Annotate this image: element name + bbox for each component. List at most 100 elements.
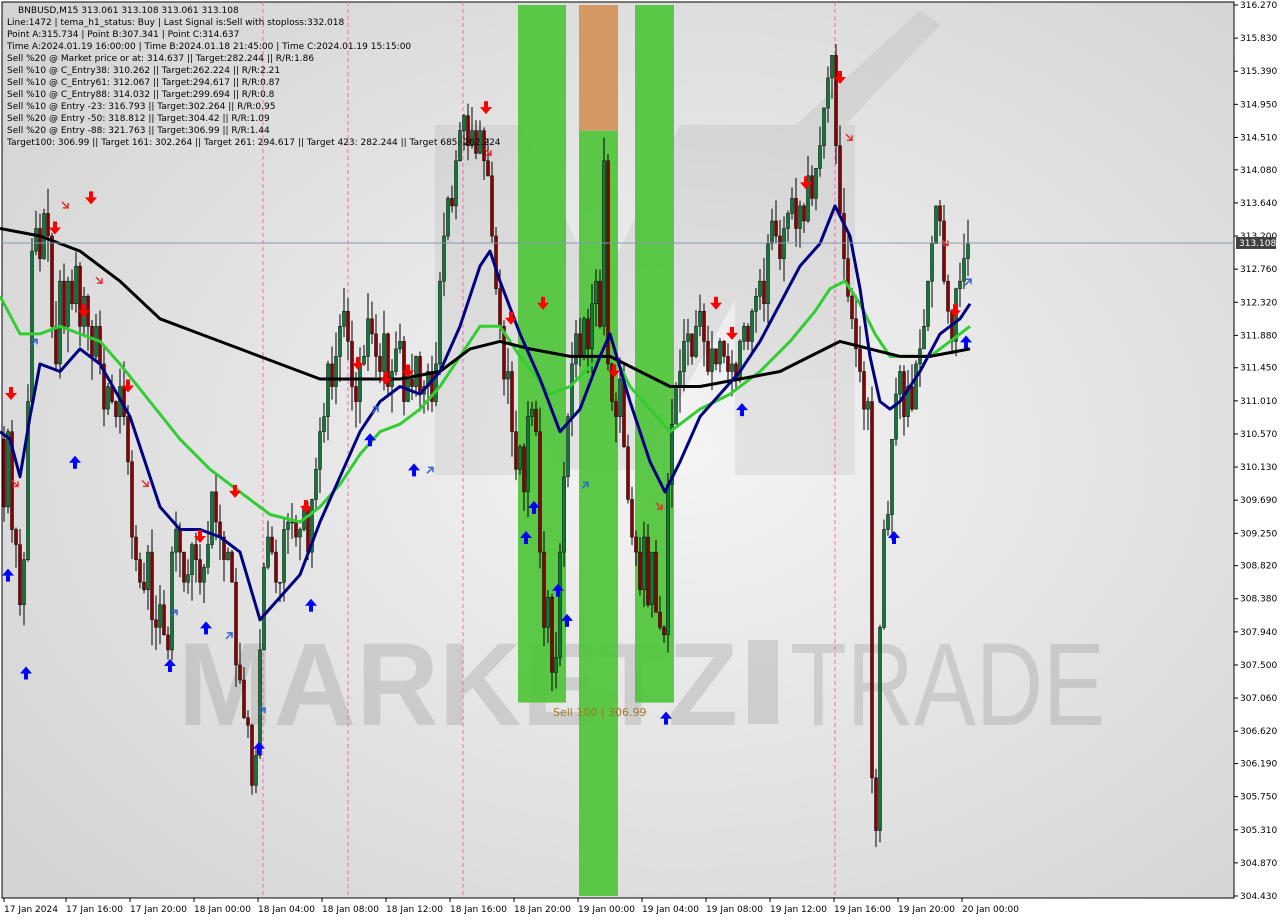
- candle-body: [518, 446, 522, 470]
- candle-body: [242, 679, 246, 718]
- candle-body: [38, 228, 42, 259]
- candle-body: [282, 529, 286, 583]
- y-tick-label: 306.190: [1240, 760, 1277, 770]
- candle-body: [826, 77, 830, 109]
- candle-body: [398, 341, 402, 350]
- info-line-11: Target100: 306.99 || Target 161: 302.264…: [6, 138, 501, 148]
- price-chart[interactable]: MARKETZ TRADE BNBUSD,M15 313.061 313.108…: [0, 0, 1280, 920]
- candle-body: [218, 521, 222, 538]
- candle-body: [346, 311, 350, 342]
- candle-body: [286, 521, 290, 530]
- candle-body: [366, 318, 370, 357]
- candle-body: [702, 311, 706, 342]
- info-line-7: Sell %10 @ C_Entry88: 314.032 || Target:…: [7, 90, 275, 100]
- y-tick-label: 310.130: [1240, 463, 1277, 473]
- candle-body: [194, 544, 198, 560]
- y-tick-label: 314.950: [1240, 100, 1277, 110]
- candle-body: [642, 536, 646, 590]
- candle-body: [886, 514, 890, 530]
- y-tick-label: 309.250: [1240, 529, 1277, 539]
- x-tick-label: 18 Jan 20:00: [514, 905, 571, 915]
- candle-body: [234, 581, 238, 666]
- candle-body: [126, 416, 130, 463]
- candle-body: [866, 401, 870, 410]
- candle-body: [574, 333, 578, 365]
- y-tick-label: 315.830: [1240, 34, 1277, 44]
- candle-body: [202, 566, 206, 583]
- x-tick-label: 18 Jan 12:00: [386, 905, 443, 915]
- candle-body: [206, 544, 210, 568]
- candle-body: [802, 205, 806, 222]
- candle-body: [434, 363, 438, 402]
- candle-body: [490, 175, 494, 237]
- candle-body: [374, 333, 378, 357]
- candle-body: [626, 446, 630, 500]
- x-tick-label: 19 Jan 08:00: [706, 905, 763, 915]
- candle-body: [6, 431, 10, 508]
- candle-body: [138, 559, 142, 583]
- candle-body: [182, 551, 186, 583]
- candle-body: [846, 258, 850, 297]
- candle-body: [714, 348, 718, 365]
- candle-body: [278, 581, 282, 584]
- candle-body: [146, 551, 150, 590]
- candle-body: [558, 551, 562, 658]
- candle-body: [262, 566, 266, 651]
- candle-body: [30, 250, 34, 402]
- candle-body: [330, 363, 334, 387]
- candle-body: [790, 198, 794, 214]
- chart-window[interactable]: MARKETZ TRADE BNBUSD,M15 313.061 313.108…: [0, 0, 1280, 920]
- candle-body: [258, 649, 262, 756]
- candle-body: [198, 559, 202, 583]
- candle-body: [90, 326, 94, 357]
- y-tick-label: 307.940: [1240, 628, 1277, 638]
- candle-body: [874, 777, 878, 831]
- candle-body: [462, 115, 466, 131]
- candle-body: [370, 318, 374, 335]
- candle-body: [578, 333, 582, 357]
- candle-body: [966, 242, 970, 259]
- x-tick-label: 18 Jan 16:00: [450, 905, 507, 915]
- candle-body: [926, 280, 930, 327]
- candle-body: [362, 356, 366, 365]
- candle-body: [810, 175, 814, 199]
- candle-body: [178, 529, 182, 553]
- candle-body: [614, 401, 618, 417]
- y-tick-label: 304.430: [1240, 892, 1277, 902]
- candle-body: [18, 544, 22, 606]
- candle-body: [682, 341, 686, 372]
- candle-body: [498, 288, 502, 327]
- info-line-4: Sell %20 @ Market price or at: 314.637 |…: [7, 54, 314, 64]
- x-tick-label: 17 Jan 2024: [4, 905, 58, 915]
- candle-body: [394, 348, 398, 372]
- candle-body: [274, 551, 278, 583]
- candle-body: [562, 476, 566, 553]
- candle-body: [254, 755, 258, 786]
- candle-body: [550, 596, 554, 673]
- candle-body: [50, 235, 54, 327]
- candle-body: [798, 205, 802, 229]
- candle-body: [818, 145, 822, 169]
- y-tick-label: 308.380: [1240, 595, 1277, 605]
- candle-body: [730, 363, 734, 372]
- y-tick-label: 314.510: [1240, 133, 1277, 143]
- candle-body: [834, 55, 838, 146]
- candle-body: [858, 348, 862, 372]
- candle-body: [946, 280, 950, 312]
- candle-body: [154, 619, 158, 628]
- candle-body: [686, 333, 690, 342]
- y-tick-label: 308.820: [1240, 562, 1277, 572]
- candle-body: [74, 265, 78, 305]
- candle-body: [770, 220, 774, 244]
- watermark-right: TRADE: [790, 619, 1105, 751]
- candle-body: [486, 160, 490, 177]
- candle-body: [658, 612, 662, 628]
- candle-body: [46, 213, 50, 237]
- candle-body: [754, 295, 758, 312]
- current-price-label: 313.108: [1239, 239, 1276, 249]
- y-tick-label: 305.310: [1240, 826, 1277, 836]
- candle-body: [294, 521, 298, 538]
- candle-body: [758, 280, 762, 297]
- candle-body: [814, 168, 818, 199]
- candle-body: [22, 559, 26, 606]
